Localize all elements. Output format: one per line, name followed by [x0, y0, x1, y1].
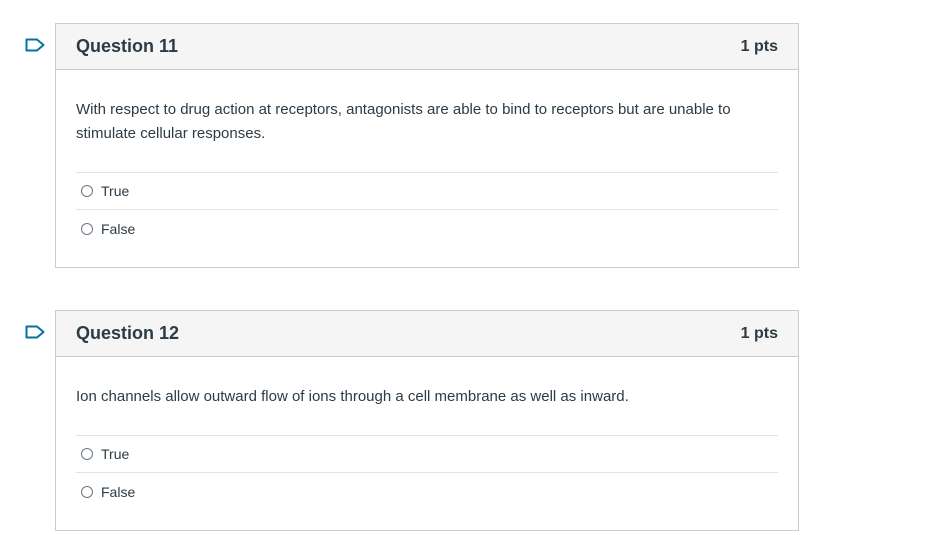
radio-button-icon[interactable]: [81, 222, 93, 235]
question-title: Question 11: [76, 36, 179, 56]
question-text: Ion channels allow outward flow of ions …: [76, 388, 629, 405]
question-body: With respect to drug action at receptors…: [56, 70, 798, 247]
answer-option-true[interactable]: True: [76, 173, 778, 210]
question-header: Question 12 1 pts: [56, 311, 798, 357]
quiz-page: Question 11 1 pts With respect to drug a…: [0, 0, 936, 535]
radio-button-icon[interactable]: [81, 185, 93, 197]
answer-option-false[interactable]: False: [76, 210, 778, 247]
question-header: Question 11 1 pts: [56, 24, 798, 70]
question-body: Ion channels allow outward flow of ions …: [56, 357, 798, 510]
radio-button-icon[interactable]: [81, 448, 93, 460]
answer-list: True False: [76, 435, 778, 510]
question-title: Question 12: [76, 323, 180, 343]
flag-question-icon[interactable]: [25, 325, 45, 339]
answer-label: True: [101, 183, 130, 199]
radio-button-icon[interactable]: [81, 485, 93, 498]
flag-question-icon[interactable]: [25, 38, 45, 52]
answer-option-false[interactable]: False: [76, 473, 778, 510]
question-card-11: Question 11 1 pts With respect to drug a…: [25, 23, 799, 268]
question-card-12: Question 12 1 pts Ion channels allow out…: [25, 310, 799, 531]
question-text: With respect to drug action at receptors…: [76, 101, 731, 142]
answer-list: True False: [76, 172, 778, 247]
question-points: 1 pts: [740, 324, 778, 342]
question-points: 1 pts: [740, 37, 778, 55]
answer-option-true[interactable]: True: [76, 436, 778, 473]
answer-label: False: [101, 220, 136, 237]
answer-label: True: [101, 446, 130, 462]
answer-label: False: [101, 483, 136, 500]
